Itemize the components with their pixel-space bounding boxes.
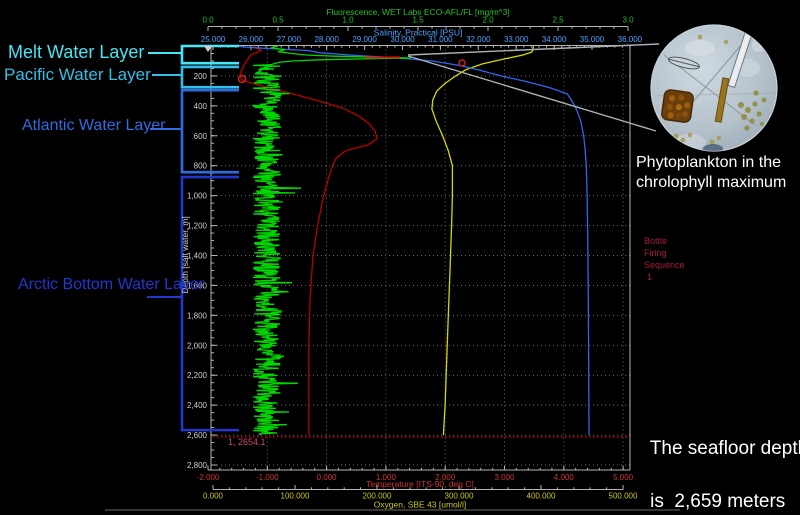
- svg-text:1,200: 1,200: [187, 222, 208, 231]
- seafloor-note: The seafloor depth is 2,659 meters: [629, 409, 800, 515]
- inset-caption: Phytoplankton in the chrolophyll maximum: [636, 153, 800, 193]
- svg-text:1,400: 1,400: [187, 251, 208, 260]
- svg-text:1,800: 1,800: [187, 311, 208, 320]
- svg-text:200: 200: [194, 72, 208, 81]
- svg-text:0.000: 0.000: [317, 473, 338, 482]
- label-atlantic-water-layer: Atlantic Water Layer: [22, 117, 166, 134]
- inset-caption-line1: Phytoplankton in the: [636, 154, 781, 171]
- svg-text:3.0: 3.0: [622, 16, 634, 25]
- debris-blob: [752, 38, 766, 52]
- svg-text:25.000: 25.000: [201, 35, 226, 44]
- svg-text:2,600: 2,600: [187, 431, 208, 440]
- svg-text:-2.000: -2.000: [197, 473, 220, 482]
- svg-text:3.000: 3.000: [494, 473, 515, 482]
- svg-text:2,400: 2,400: [187, 401, 208, 410]
- svg-text:35.000: 35.000: [580, 35, 605, 44]
- label-pacific-water-layer: Pacific Water Layer: [4, 65, 151, 84]
- svg-text:0.000: 0.000: [203, 492, 224, 501]
- svg-text:36.000: 36.000: [618, 35, 643, 44]
- bottle-firing-label: Bottle Firing Sequence 1: [644, 236, 685, 283]
- svg-text:800: 800: [194, 162, 208, 171]
- salinity-axis-title: Salinity, Practical [PSU]: [374, 28, 463, 38]
- seafloor-line2: is 2,659 meters: [650, 490, 786, 512]
- svg-text:4.000: 4.000: [554, 473, 575, 482]
- svg-text:26.000: 26.000: [239, 35, 264, 44]
- brown-diatom: [661, 89, 694, 123]
- svg-text:1,000: 1,000: [187, 192, 208, 201]
- label-melt-water-layer: Melt Water Layer: [8, 42, 145, 62]
- svg-text:32.000: 32.000: [466, 35, 491, 44]
- debris-blob: [685, 40, 715, 56]
- inset-caption-line2: chrolophyll maximum: [636, 174, 787, 191]
- fluorescence-axis-title: Fluorescence, WET Labs ECO-AFL/FL [mg/m^…: [326, 7, 510, 17]
- svg-text:600: 600: [194, 132, 208, 141]
- phytoplankton-inset-photo: [650, 24, 778, 152]
- seafloor-line1: The seafloor depth: [649, 437, 800, 459]
- svg-text:400.000: 400.000: [527, 492, 556, 501]
- svg-text:2,800: 2,800: [187, 461, 208, 470]
- ctd-profile-screenshot: 0.0 0.5 1.0 1.5 2.0 2.5 3.0 25.000 26.000 27.000 2…: [0, 0, 800, 515]
- svg-text:27.000: 27.000: [277, 35, 302, 44]
- series-salinity: [235, 45, 590, 436]
- svg-text:28.000: 28.000: [314, 35, 339, 44]
- temperature-axis-title: Temperature [ITS-90, deg C]: [366, 479, 474, 489]
- svg-text:400: 400: [194, 102, 208, 111]
- svg-text:-1.000: -1.000: [256, 473, 279, 482]
- svg-text:0.5: 0.5: [272, 16, 284, 25]
- svg-text:33.000: 33.000: [504, 35, 529, 44]
- bottle-fire-depth-label: 1, 2654.1: [228, 437, 266, 447]
- svg-text:2,200: 2,200: [187, 371, 208, 380]
- svg-text:100.000: 100.000: [281, 492, 310, 501]
- svg-text:2,000: 2,000: [187, 341, 208, 350]
- svg-text:34.000: 34.000: [542, 35, 567, 44]
- svg-text:2.5: 2.5: [552, 16, 564, 25]
- svg-text:0.0: 0.0: [202, 16, 214, 25]
- series-oxygen: [431, 45, 535, 436]
- label-arctic-bottom-water-layer: Arctic Bottom Water Layer: [18, 276, 205, 293]
- oxygen-axis-title: Oxygen, SBE 43 [umol/l]: [374, 500, 467, 510]
